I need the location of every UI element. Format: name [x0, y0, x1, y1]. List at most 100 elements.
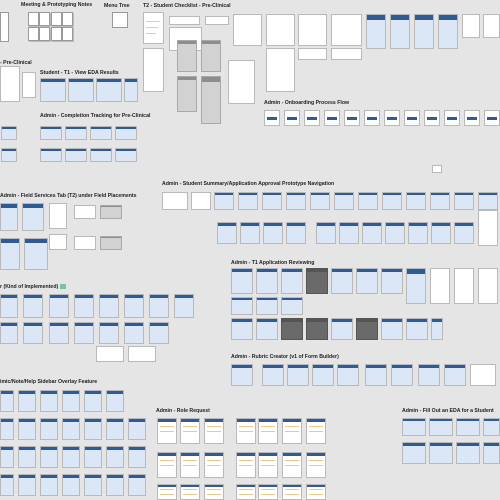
section-label-t1-eda[interactable]: Student - T1 - View EDA Results — [40, 70, 119, 76]
screen-frame[interactable] — [149, 322, 169, 344]
screen-frame[interactable] — [266, 48, 295, 92]
screen-frame[interactable] — [169, 16, 200, 25]
screen-frame[interactable] — [205, 16, 229, 25]
screen-frame[interactable] — [339, 222, 359, 244]
screen-frame[interactable] — [281, 268, 303, 294]
screen-frame[interactable] — [358, 192, 378, 210]
screen-frame[interactable] — [238, 192, 258, 210]
screen-frame[interactable] — [365, 364, 387, 386]
wireframe-frame[interactable] — [100, 205, 122, 219]
screen-frame[interactable] — [456, 442, 480, 464]
section-label-completion[interactable]: Admin - Completion Tracking for Pre-Clin… — [40, 113, 150, 119]
form-frame[interactable] — [180, 418, 200, 444]
screen-frame[interactable] — [432, 165, 442, 173]
screen-frame[interactable] — [62, 446, 80, 468]
screen-frame[interactable] — [478, 210, 498, 246]
screen-frame[interactable] — [40, 446, 58, 468]
form-frame[interactable] — [282, 418, 302, 444]
screen-frame[interactable] — [483, 418, 500, 436]
screen-frame[interactable] — [74, 322, 94, 344]
form-frame[interactable] — [306, 484, 326, 500]
screen-frame[interactable] — [124, 78, 138, 102]
wireframe-frame[interactable] — [177, 76, 197, 112]
screen-frame[interactable] — [0, 238, 20, 270]
screen-frame[interactable] — [143, 48, 164, 92]
screen-frame[interactable] — [84, 390, 102, 412]
form-frame[interactable] — [236, 484, 256, 500]
screen-frame[interactable] — [256, 297, 278, 315]
screen-frame[interactable] — [49, 294, 69, 318]
screen-frame[interactable] — [402, 418, 426, 436]
notes-document[interactable] — [62, 12, 73, 26]
form-frame[interactable] — [236, 452, 256, 478]
screen-frame[interactable] — [74, 205, 96, 219]
screen-frame[interactable] — [286, 222, 306, 244]
screen-frame[interactable] — [483, 14, 500, 38]
form-frame[interactable] — [258, 484, 278, 500]
screen-frame[interactable] — [231, 364, 253, 386]
screen-frame[interactable] — [470, 364, 496, 386]
form-frame[interactable] — [204, 484, 224, 500]
screen-frame[interactable] — [22, 203, 44, 231]
screen-frame[interactable] — [316, 222, 336, 244]
screen-frame[interactable] — [74, 236, 96, 250]
screen-frame[interactable] — [99, 322, 119, 344]
screen-frame[interactable] — [62, 474, 80, 496]
screen-frame[interactable] — [312, 364, 334, 386]
screen-frame[interactable] — [18, 418, 36, 440]
screen-frame[interactable] — [362, 222, 382, 244]
form-frame[interactable] — [236, 418, 256, 444]
screen-frame[interactable] — [84, 474, 102, 496]
screen-frame[interactable] — [310, 192, 330, 210]
screen-frame[interactable] — [0, 446, 14, 468]
screen-frame[interactable] — [384, 110, 400, 126]
screen-frame[interactable] — [149, 294, 169, 318]
notes-document[interactable] — [51, 27, 62, 41]
form-frame[interactable] — [306, 452, 326, 478]
screen-frame[interactable] — [424, 110, 440, 126]
screen-frame[interactable] — [385, 222, 405, 244]
screen-frame[interactable] — [124, 294, 144, 318]
screen-frame[interactable] — [356, 268, 378, 294]
form-frame[interactable] — [180, 484, 200, 500]
wireframe-frame[interactable] — [201, 76, 221, 124]
screen-frame[interactable] — [256, 318, 278, 340]
screen-frame[interactable] — [40, 78, 66, 102]
screen-frame[interactable] — [1, 148, 17, 162]
wireframe-frame[interactable] — [177, 40, 197, 72]
screen-frame[interactable] — [74, 294, 94, 318]
screen-frame[interactable] — [0, 66, 20, 102]
screen-frame[interactable] — [0, 294, 18, 318]
form-frame[interactable] — [204, 418, 224, 444]
form-frame[interactable] — [258, 418, 278, 444]
screen-frame[interactable] — [390, 14, 410, 49]
screen-frame[interactable] — [40, 148, 62, 162]
screen-frame[interactable] — [429, 442, 453, 464]
screen-frame[interactable] — [96, 346, 124, 362]
screen-frame[interactable] — [304, 110, 320, 126]
screen-frame[interactable] — [484, 110, 500, 126]
notes-document[interactable] — [28, 12, 39, 26]
form-frame[interactable] — [306, 418, 326, 444]
screen-frame[interactable] — [366, 14, 386, 49]
section-label-menu-tree[interactable]: Menu Tree — [104, 3, 130, 9]
screen-frame[interactable] — [124, 322, 144, 344]
screen-frame[interactable] — [391, 364, 413, 386]
wireframe-frame[interactable] — [100, 236, 122, 250]
screen-frame[interactable] — [262, 364, 284, 386]
screen-frame[interactable] — [0, 418, 14, 440]
screen-frame[interactable] — [99, 294, 119, 318]
screen-frame[interactable] — [65, 126, 87, 140]
screen-frame[interactable] — [364, 110, 380, 126]
screen-frame[interactable] — [143, 12, 164, 44]
screen-frame[interactable] — [24, 238, 48, 270]
screen-frame[interactable] — [96, 78, 122, 102]
screen-frame[interactable] — [256, 268, 278, 294]
screen-frame[interactable] — [217, 222, 237, 244]
notes-document[interactable] — [39, 27, 50, 41]
screen-frame[interactable] — [331, 318, 353, 340]
screen-frame[interactable] — [0, 322, 18, 344]
modal-frame[interactable] — [281, 318, 303, 340]
screen-frame[interactable] — [264, 110, 280, 126]
screen-frame[interactable] — [266, 14, 295, 46]
